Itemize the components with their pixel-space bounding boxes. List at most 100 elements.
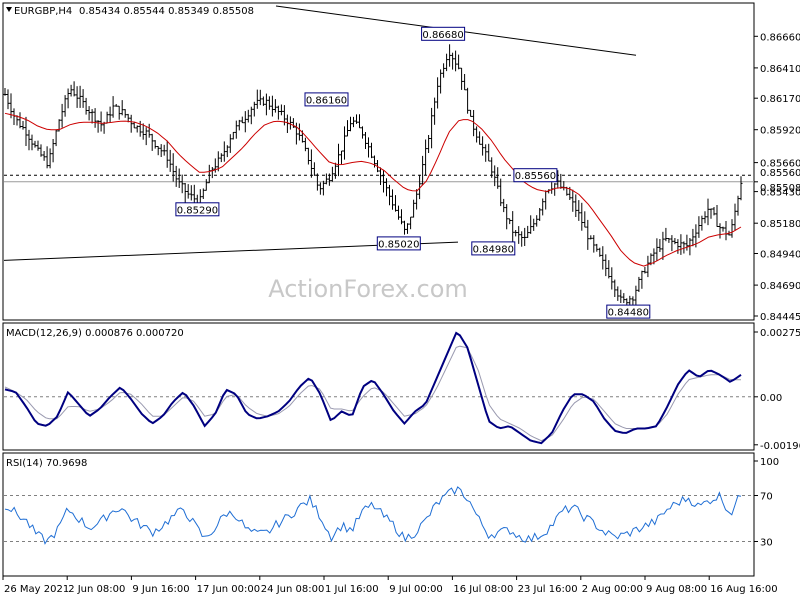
price-bar [475,126,479,143]
price-bar [562,181,566,191]
price-bar [78,85,82,108]
price-bar [156,146,160,156]
annotation-label: 0.85020 [378,239,419,250]
price-bar [177,168,181,188]
time-axis: 26 May 20212 Jun 08:00 9 Jun 16:00 17 Jun … [2,576,778,595]
price-bar [421,155,425,185]
price-bar [523,227,527,246]
price-bar [72,81,76,97]
price-bar [144,127,148,146]
price-bar [228,134,232,153]
price-tick-label: 0.86410 [760,64,800,75]
price-bar [736,195,740,216]
price-bar [36,140,40,151]
price-bar [514,230,518,237]
macd-title: MACD(12,26,9) 0.000876 0.000720 [6,328,184,339]
price-bar [415,189,419,210]
price-bar [312,162,316,176]
price-bar [460,67,464,90]
price-bar [412,199,416,218]
price-bar [3,88,7,96]
price-bar [607,260,611,279]
price-bar [30,134,34,151]
price-axis: 0.866600.864100.861700.859200.856600.855… [754,32,800,323]
price-tick-label: 0.85180 [760,219,800,230]
price-bar [306,147,310,165]
price-bar [321,180,325,196]
price-bar [532,218,536,231]
time-tick-label: 2 Aug 00:00 [582,584,643,595]
price-bar [99,111,103,132]
price-bar [598,247,602,257]
price-bar [270,95,274,117]
time-tick-label: 2 Jun 08:00 [68,584,125,595]
price-bar [394,195,397,212]
price-bar [406,223,409,234]
price-bar [159,144,163,157]
price-tick-label: 0.84690 [760,281,800,292]
price-bar [643,266,647,274]
ohlc-label: 0.85434 0.85544 0.85349 0.85508 [79,6,254,17]
price-bar [535,215,539,227]
price-bar [114,104,118,107]
price-bar [613,279,617,297]
price-bar [51,139,55,163]
price-bar [595,243,599,252]
price-bar [150,133,154,151]
collapse-triangle-icon [6,7,12,12]
price-bar [664,227,668,242]
price-bar [712,207,716,216]
price-bar [6,89,10,110]
price-bar [210,167,214,179]
price-bar [27,129,31,151]
time-tick-label: 9 Jun 16:00 [132,584,189,595]
price-bar [709,208,713,219]
price-bar [231,131,235,140]
price-bar [385,178,388,197]
price-bar [454,50,458,72]
price-bar [135,125,139,133]
price-bar [634,285,638,308]
price-bar [529,215,533,234]
price-annotation: 0.84980 [471,241,516,256]
time-tick-label: 17 Jun 00:00 [197,584,261,595]
price-tick-label: 0.86660 [760,32,800,43]
price-bar [604,254,608,277]
price-bar [63,95,67,117]
level-560-axis-label: 0.85560 [760,168,800,179]
watermark-text: ActionForex.com [268,275,468,303]
price-bar [685,234,689,251]
time-tick-label: 16 Aug 16:00 [710,584,777,595]
price-bar [703,211,707,224]
price-bar [337,143,340,177]
price-bar [442,63,446,78]
price-annotation: 0.85560 [513,168,558,183]
price-tick-label: 0.85430 [760,188,800,199]
annotation-label: 0.85290 [177,205,218,216]
price-bar [87,106,91,121]
time-tick-label: 9 Jul 00:00 [389,584,443,595]
price-bar [349,116,352,132]
price-bar [493,165,497,187]
price-bar [279,104,283,116]
price-bar [646,255,650,278]
price-bar [174,165,178,187]
price-bar [243,111,247,133]
price-bar [409,216,413,230]
price-bar [520,231,524,247]
price-bar [66,88,70,109]
price-bar [388,184,391,206]
price-tick-label: 0.84940 [760,250,800,261]
price-bar [430,107,434,149]
price-bar [436,77,440,109]
price-bar [18,112,22,129]
price-tick-label: 0.86170 [760,94,800,105]
price-bar [508,218,512,225]
price-bar [589,235,593,240]
time-tick-label: 1 Jul 16:00 [325,584,379,595]
price-bar [340,150,343,165]
price-bar [586,219,590,250]
price-bar [346,120,349,137]
price-bar [285,114,289,133]
macd-series [4,331,754,445]
